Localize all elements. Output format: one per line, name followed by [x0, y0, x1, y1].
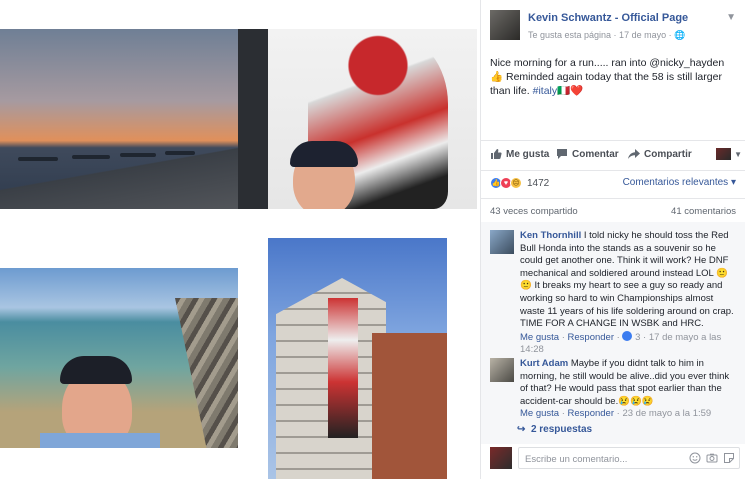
- divider: [481, 198, 745, 199]
- photo-selfie-poster: [238, 29, 477, 209]
- speech-bubble-icon: [557, 149, 567, 159]
- comment-actions: Me gusta · Responder · 3 · 17 de mayo a …: [520, 330, 722, 356]
- rider-mural: [328, 298, 358, 438]
- comment-sort-dropdown[interactable]: Comentarios relevantes ▾: [623, 177, 736, 188]
- react-as-selector[interactable]: ▼: [716, 148, 742, 160]
- share-arrow-icon: [628, 149, 640, 159]
- view-replies-link[interactable]: ↪ 2 respuestas: [517, 424, 592, 435]
- chevron-down-icon: ▼: [734, 149, 742, 159]
- comment-body: Ken Thornhill I told nicky he should tos…: [520, 230, 738, 357]
- caption-text: Nice morning for a run..... ran into @ni…: [490, 57, 725, 97]
- comment-author-link[interactable]: Ken Thornhill: [520, 230, 581, 241]
- reaction-count: 1472: [527, 177, 550, 189]
- shoreline: [0, 139, 238, 209]
- comment-like-count: 3: [635, 331, 641, 343]
- like-button-label: Me gusta: [506, 148, 550, 160]
- photo-sunset-sea: [0, 29, 238, 209]
- share-button[interactable]: Compartir: [628, 148, 692, 160]
- post-caption: Nice morning for a run..... ran into @ni…: [490, 56, 740, 98]
- photo-collage[interactable]: [0, 0, 480, 479]
- comment-button[interactable]: Comentar: [556, 148, 619, 160]
- comments-count-link[interactable]: 41 comentarios: [671, 206, 736, 217]
- comment-composer: [490, 447, 740, 471]
- post-header: Kevin Schwantz - Official Page Te gusta …: [490, 10, 740, 46]
- post-meta-text: Te gusta esta página · 17 de mayo ·: [528, 30, 675, 40]
- emoji-icon[interactable]: [689, 452, 701, 464]
- comment-sort-label: Comentarios relevantes: [622, 177, 729, 188]
- black-cap: [290, 141, 358, 167]
- comment-body: Kurt Adam Maybe if you didnt talk to him…: [520, 358, 738, 421]
- blue-shirt: [40, 433, 160, 448]
- facebook-photo-viewer: Kevin Schwantz - Official Page Te gusta …: [0, 0, 745, 479]
- comment-input[interactable]: [525, 452, 675, 466]
- commenter-avatar[interactable]: [490, 230, 514, 254]
- divider: [481, 170, 745, 171]
- user-avatar: [716, 148, 732, 160]
- comment-reply-link[interactable]: Responder: [568, 408, 614, 419]
- rock-jetty: [175, 298, 238, 448]
- comment-box[interactable]: [518, 447, 740, 469]
- caption-emoji: 🇮🇹❤️: [557, 85, 584, 97]
- chevron-down-icon: ▾: [730, 177, 736, 188]
- black-cap: [60, 356, 132, 384]
- post-action-bar: Me gusta Comentar Compartir ▼: [490, 148, 742, 166]
- commenter-avatar[interactable]: [490, 358, 514, 382]
- post-meta: Te gusta esta página · 17 de mayo · 🌐: [528, 30, 685, 41]
- camera-icon[interactable]: [706, 452, 718, 464]
- comment-reply-link[interactable]: Responder: [568, 332, 614, 343]
- hashtag-link[interactable]: #italy: [533, 85, 558, 97]
- comment-author-link[interactable]: Kurt Adam: [520, 358, 568, 369]
- view-replies-label: 2 respuestas: [530, 424, 593, 435]
- comment-timestamp[interactable]: 23 de mayo a la 1:59: [622, 408, 711, 419]
- reply-arrow-icon: ↪: [517, 424, 526, 435]
- photo-mural-building: [268, 238, 447, 479]
- reactions-row: 👍 ♥ ☹ 1472 Comentarios relevantes ▾: [490, 177, 742, 191]
- comment-button-label: Comentar: [572, 148, 619, 160]
- current-user-avatar: [490, 447, 512, 469]
- shares-count-link[interactable]: 43 veces compartido: [490, 206, 578, 217]
- comment-text: I told nicky he should toss the Red Bull…: [520, 230, 734, 330]
- comment-like-link[interactable]: Me gusta: [520, 408, 559, 419]
- post-options-chevron-icon[interactable]: ▼: [726, 12, 736, 23]
- like-button[interactable]: Me gusta: [490, 148, 549, 160]
- globe-icon: 🌐: [674, 30, 686, 40]
- share-button-label: Compartir: [644, 148, 692, 160]
- divider: [481, 140, 745, 141]
- sad-reaction-icon: ☹: [510, 177, 522, 189]
- like-reaction-icon: [622, 330, 633, 341]
- comments-list: Ken Thornhill I told nicky he should tos…: [481, 222, 745, 444]
- comment-actions: Me gusta · Responder · 23 de mayo a la 1…: [520, 408, 712, 420]
- post-stats-row: 43 veces compartido 41 comentarios: [490, 206, 742, 217]
- photo-selfie-beach: [0, 268, 238, 448]
- composer-icons: [689, 452, 735, 464]
- thumbs-up-icon: [491, 149, 502, 159]
- page-name-link[interactable]: Kevin Schwantz - Official Page: [528, 12, 688, 24]
- post-side-panel: Kevin Schwantz - Official Page Te gusta …: [480, 0, 745, 479]
- comment-like-link[interactable]: Me gusta: [520, 332, 559, 343]
- sticker-icon[interactable]: [723, 452, 735, 464]
- brick-wall: [372, 333, 447, 479]
- page-avatar[interactable]: [490, 10, 520, 40]
